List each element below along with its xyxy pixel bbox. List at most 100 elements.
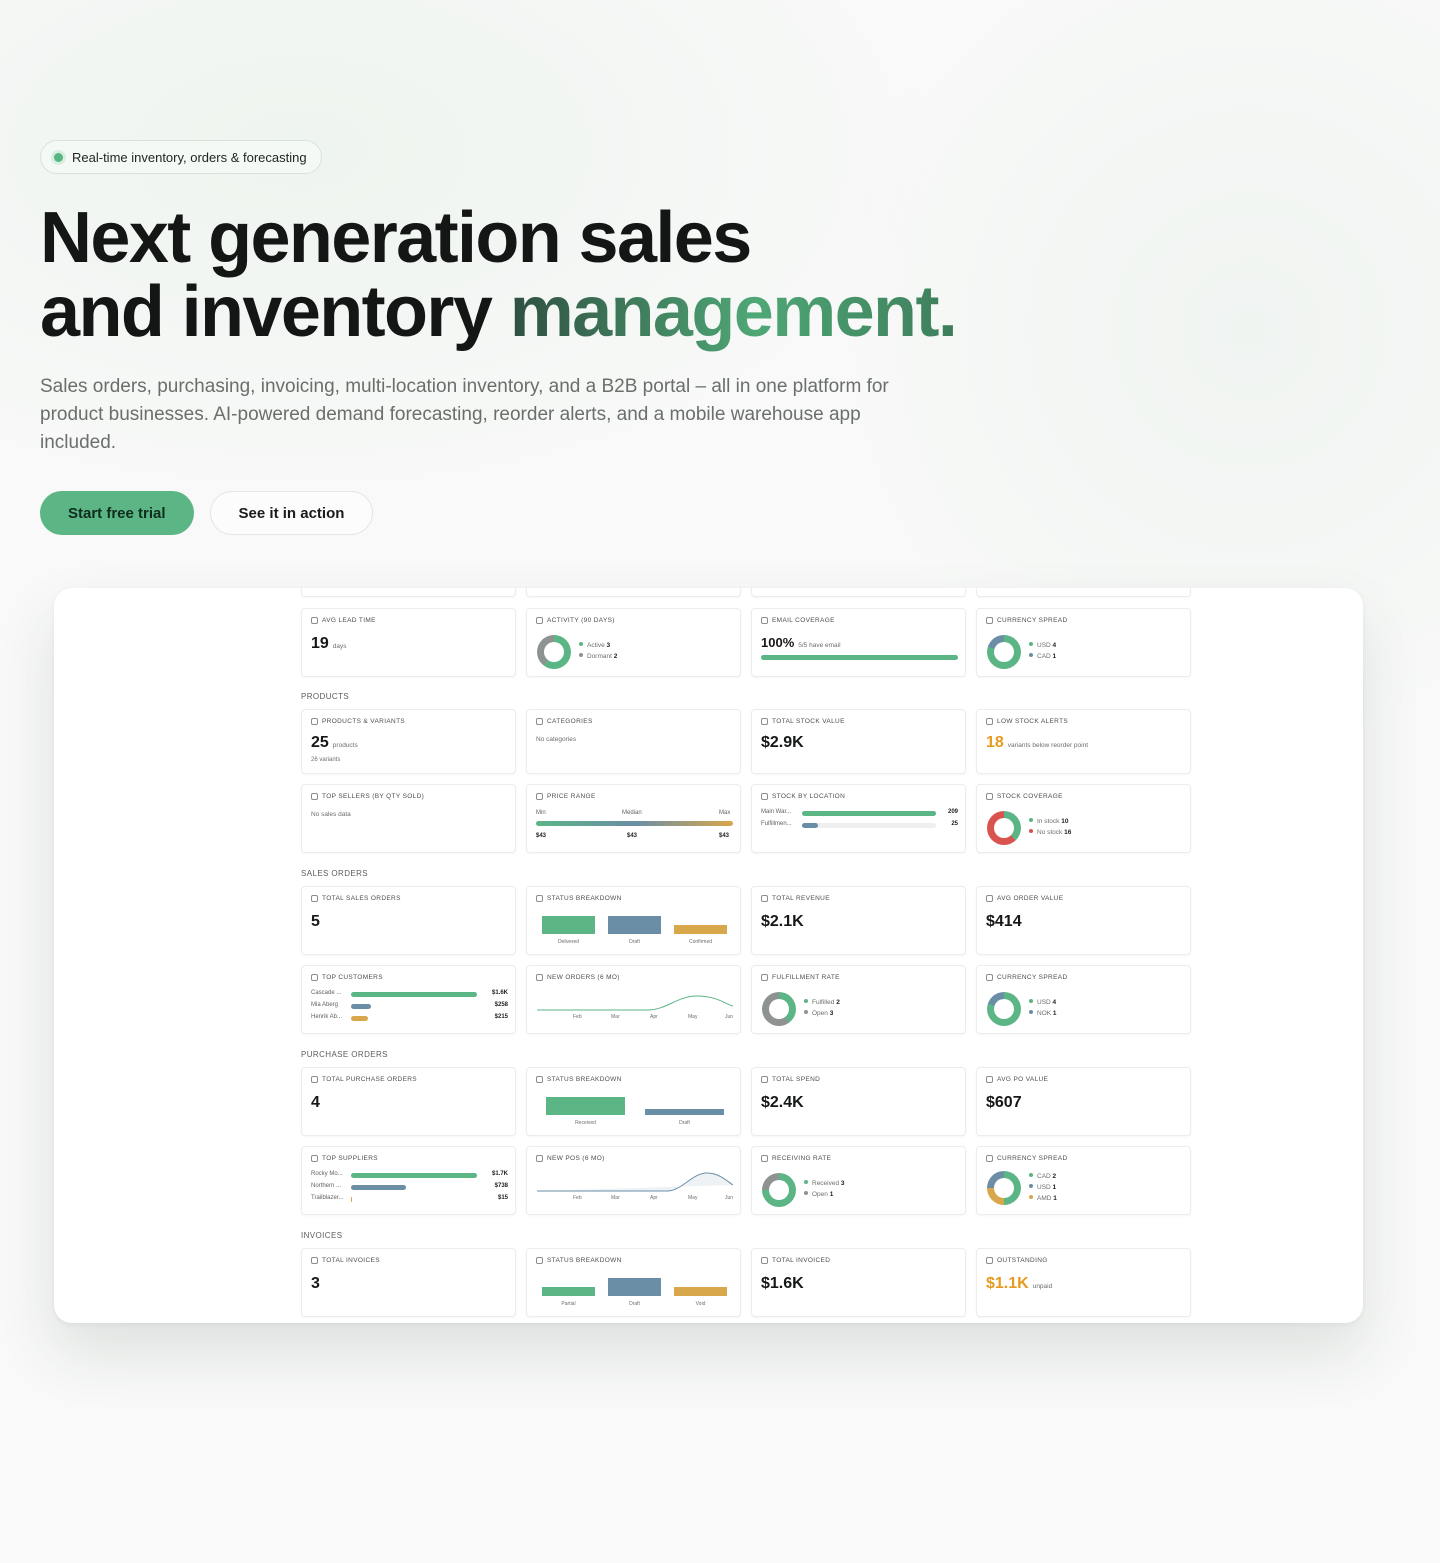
bar-label: Void [695,1301,706,1307]
total-invoices-card: TOTAL INVOICES 3 [301,1248,516,1317]
card-title: STOCK BY LOCATION [772,793,846,800]
card-title: PRICE RANGE [547,793,596,800]
hero: Real-time inventory, orders & forecastin… [40,140,1000,535]
status-bar-received [546,1097,625,1115]
card-title: STATUS BREAKDOWN [547,1257,622,1264]
axis-label: Mar [611,1195,620,1201]
card-value: 100% [761,635,795,650]
tag-icon [536,793,543,800]
currency-donut [987,992,1021,1026]
currency-donut [987,1171,1021,1205]
card-title: AVG ORDER VALUE [997,895,1064,902]
card-title: TOTAL STOCK VALUE [772,718,845,725]
range-value: $43 [536,833,547,839]
section-label-sales: SALES ORDERS [301,869,369,878]
donut-legend: USD 4 CAD 1 [1029,640,1056,662]
axis-label: Feb [573,1195,582,1201]
supplier-label: Northern ... [311,1183,342,1189]
bar-label: Draft [629,1301,640,1307]
card-title: AVG LEAD TIME [322,617,376,624]
card-value: $2.4K [761,1094,804,1111]
status-bar-draft [645,1109,724,1115]
card-value: $607 [986,1094,1022,1111]
card-title: TOP SELLERS (BY QTY SOLD) [322,793,425,800]
location-bar [802,823,818,828]
check-icon [761,1155,768,1162]
stat-card-partial [301,588,516,597]
card-title: FULFILLMENT RATE [772,974,840,981]
top-customers-card: TOP CUSTOMERS Cascade ... $1.6K Mia Aber… [301,965,516,1034]
axis-label: May [688,1014,698,1020]
supplier-value: $738 [494,1183,508,1189]
donut-legend: Active 3 Dormant 2 [579,640,617,662]
donut-legend: Fulfilled 2 Open 3 [804,997,840,1019]
axis-label: Mar [611,1014,620,1020]
total-sales-orders-card: TOTAL SALES ORDERS 5 [301,886,516,955]
trend-icon [536,1155,543,1162]
card-unit: 5/5 have email [798,642,841,649]
start-trial-button[interactable]: Start free trial [40,491,194,535]
card-title: RECEIVING RATE [772,1155,832,1162]
section-label-products: PRODUCTS [301,692,350,701]
supplier-label: Trailblazer... [311,1195,344,1201]
card-title: TOTAL SPEND [772,1076,821,1083]
supplier-label: Rocky Mo... [311,1171,343,1177]
pin-icon [761,793,768,800]
card-title: TOTAL PURCHASE ORDERS [322,1076,417,1083]
price-range-card: PRICE RANGE Min Median Max $43 $43 $43 [526,784,741,853]
status-bar-delivered [542,916,595,934]
warning-icon [986,718,993,725]
card-title: CATEGORIES [547,718,593,725]
range-value: $43 [719,833,730,839]
clock-icon [536,1257,543,1264]
range-label: Max [719,810,731,816]
donut-legend: Received 3 Open 1 [804,1178,845,1200]
title-accent: management. [509,272,958,352]
bar-label: Partial [561,1301,576,1307]
status-dot-icon [54,152,63,162]
customer-label: Cascade ... [311,990,342,996]
new-pos-sparkline [537,1172,733,1192]
section-label-invoices: INVOICES [301,1231,343,1240]
donut-legend: CAD 2 USD 1 AMD 1 [1029,1171,1057,1204]
axis-label: Apr [650,1195,658,1201]
products-variants-card: PRODUCTS & VARIANTS 25 products 26 varian… [301,709,516,774]
bar-label: Delivered [557,939,580,945]
card-value: $2.1K [761,913,804,930]
coverage-bar [761,655,958,660]
card-title: NEW ORDERS (6 MO) [547,974,620,981]
feature-badge: Real-time inventory, orders & forecastin… [40,140,322,174]
dollar-icon [761,895,768,902]
bar-label: Draft [679,1120,690,1126]
variants-note: 26 variants [311,757,341,763]
customer-label: Mia Aberg [311,1002,339,1008]
doc-icon [311,1257,318,1264]
card-value: $414 [986,913,1022,930]
dollar-icon [761,718,768,725]
page-title: Next generation sales and inventory mana… [40,201,1000,349]
purchase-currency-card: CURRENCY SPREAD CAD 2 USD 1 AMD 1 [976,1146,1191,1215]
new-orders-card: NEW ORDERS (6 MO) Feb Mar Apr May Jun [526,965,741,1034]
card-title: CURRENCY SPREAD [997,1155,1068,1162]
fulfillment-donut [762,992,796,1026]
stat-card-partial [526,588,741,597]
total-spend-card: TOTAL SPEND $2.4K [751,1067,966,1136]
clock-icon [536,1076,543,1083]
card-title: PRODUCTS & VARIANTS [322,718,406,725]
card-title: EMAIL COVERAGE [772,617,835,624]
customer-value: $1.6K [491,990,508,996]
currency-icon [986,1155,993,1162]
card-value: 4 [311,1094,320,1111]
shield-icon [986,793,993,800]
donut-legend: USD 4 NOK 1 [1029,997,1057,1019]
price-range-bar [536,821,733,826]
categories-card: CATEGORIES No categories [526,709,741,774]
range-value: $43 [627,833,638,839]
dollar-icon [761,1076,768,1083]
see-in-action-button[interactable]: See it in action [209,491,374,535]
card-unit: products [332,742,358,749]
status-bar-confirmed [674,925,727,934]
customer-bar [351,1004,371,1009]
doc-icon [311,1076,318,1083]
card-value: $2.9K [761,734,804,751]
